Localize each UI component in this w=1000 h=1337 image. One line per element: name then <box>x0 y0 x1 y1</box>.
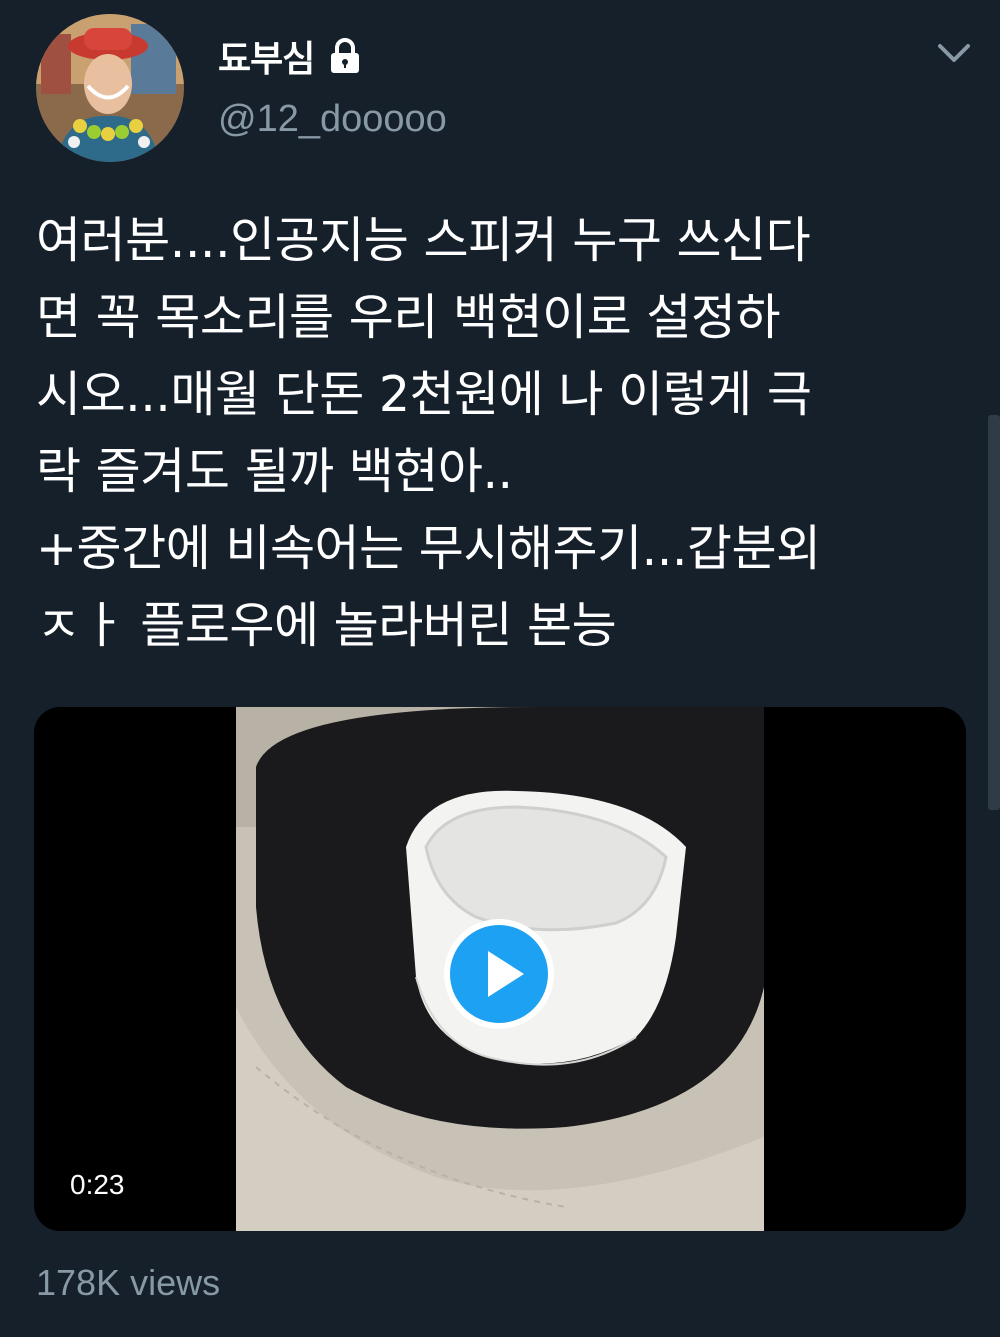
video-player[interactable]: 0:23 <box>34 707 966 1231</box>
play-icon <box>488 951 524 997</box>
tweet-text-line: ㅈㅏ 플로우에 놀라버린 본능 <box>36 597 617 654</box>
video-duration: 0:23 <box>56 1165 139 1205</box>
chevron-down-icon[interactable] <box>934 38 974 68</box>
play-button[interactable] <box>444 919 554 1029</box>
scrollbar[interactable] <box>988 415 1000 810</box>
view-count: 178K views <box>36 1262 221 1303</box>
display-name[interactable]: 됴부심 <box>218 30 315 82</box>
tweet-text-line: 면 꼭 목소리를 우리 백현이로 설정하 <box>36 289 781 346</box>
avatar-image <box>36 14 184 162</box>
display-name-row[interactable]: 됴부심 <box>218 30 362 82</box>
lock-icon <box>328 37 362 75</box>
tweet-text-line: +중간에 비속어는 무시해주기...갑분외 <box>36 520 821 577</box>
tweet-text-line: 여러분....인공지능 스피커 누구 쓰신다 <box>36 212 811 269</box>
tweet-text-line: 시오...매월 단돈 2천원에 나 이렇게 극 <box>36 366 812 423</box>
tweet-text: 여러분....인공지능 스피커 누구 쓰신다 면 꼭 목소리를 우리 백현이로 … <box>36 202 976 664</box>
tweet-text-line: 락 즐겨도 될까 백현아.. <box>36 443 513 500</box>
user-handle[interactable]: @12_dooooo <box>218 98 447 141</box>
avatar[interactable] <box>36 14 184 162</box>
